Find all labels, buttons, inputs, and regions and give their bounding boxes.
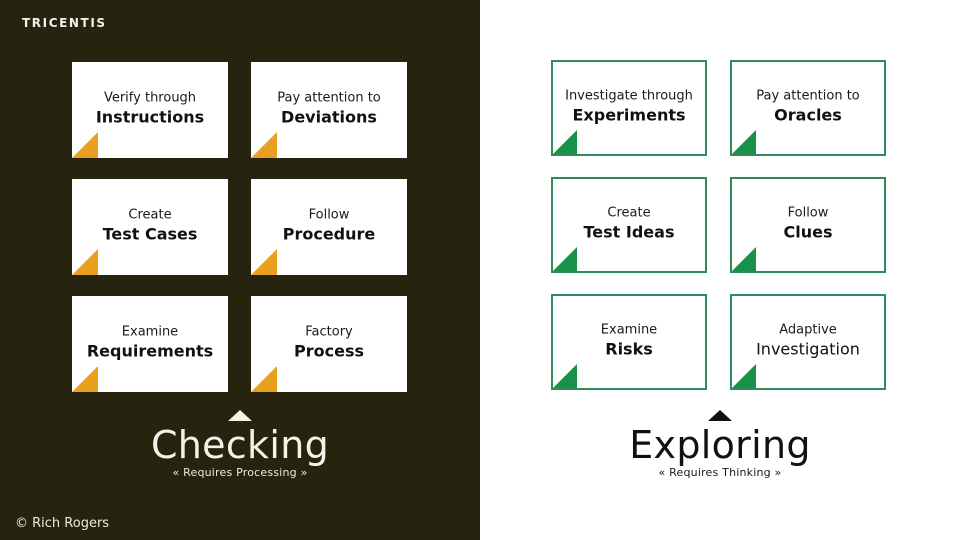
card-line-2: Clues (783, 222, 833, 242)
checking-card-2[interactable]: Pay attention to Deviations (251, 62, 407, 158)
card-text: Follow Clues (732, 204, 884, 242)
card-line-1: Investigate through (565, 88, 693, 104)
exploring-title: Exploring (629, 423, 811, 467)
card-line-2: Requirements (86, 341, 214, 361)
exploring-card-1[interactable]: Investigate through Experiments (551, 60, 707, 156)
card-text: Follow Procedure (251, 206, 407, 244)
card-text: Adaptive Investigation (732, 321, 884, 359)
card-text: Investigate through Experiments (553, 87, 705, 125)
card-line-1: Pay attention to (277, 90, 381, 106)
card-line-1: Follow (787, 205, 829, 221)
card-text: Examine Risks (553, 321, 705, 359)
card-line-1: Create (128, 207, 172, 223)
card-line-2: Deviations (281, 107, 377, 127)
checking-card-5[interactable]: Examine Requirements (72, 296, 228, 392)
card-text: Pay attention to Oracles (732, 87, 884, 125)
card-line-2: Risks (605, 339, 653, 359)
copyright-text: © Rich Rogers (15, 516, 110, 531)
card-line-1: Follow (308, 207, 350, 223)
card-text: Create Test Ideas (553, 204, 705, 242)
corner-triangle-icon (251, 366, 277, 392)
corner-triangle-icon (251, 249, 277, 275)
card-line-2: Oracles (774, 105, 842, 125)
triangle-up-icon (708, 410, 732, 421)
checking-card-6[interactable]: Factory Process (251, 296, 407, 392)
exploring-card-4[interactable]: Follow Clues (730, 177, 886, 273)
exploring-subtitle: « Requires Thinking » (658, 466, 782, 479)
card-line-1: Create (607, 205, 651, 221)
card-line-1: Examine (600, 322, 658, 338)
card-text: Verify through Instructions (72, 89, 228, 127)
exploring-card-2[interactable]: Pay attention to Oracles (730, 60, 886, 156)
exploring-card-6[interactable]: Adaptive Investigation (730, 294, 886, 390)
corner-triangle-icon (553, 130, 577, 154)
card-line-2: Test Cases (102, 224, 198, 244)
card-line-1: Pay attention to (756, 88, 860, 104)
corner-triangle-icon (72, 249, 98, 275)
corner-triangle-icon (72, 366, 98, 392)
card-line-2: Test Ideas (583, 222, 675, 242)
exploring-card-5[interactable]: Examine Risks (551, 294, 707, 390)
corner-triangle-icon (732, 364, 756, 388)
card-line-1: Factory (305, 324, 353, 340)
slide-canvas: TRICENTIS Verify through Instructions Pa… (0, 0, 960, 540)
checking-footer: Checking « Requires Processing » (90, 410, 390, 480)
corner-triangle-icon (732, 130, 756, 154)
card-line-1: Verify through (103, 90, 197, 106)
checking-card-1[interactable]: Verify through Instructions (72, 62, 228, 158)
card-line-2: Investigation (756, 339, 860, 359)
checking-subtitle: « Requires Processing » (172, 466, 308, 479)
checking-card-4[interactable]: Follow Procedure (251, 179, 407, 275)
card-line-2: Process (294, 341, 364, 361)
card-line-2: Experiments (572, 105, 686, 125)
card-line-2: Procedure (282, 224, 376, 244)
card-text: Create Test Cases (72, 206, 228, 244)
triangle-up-icon (228, 410, 252, 421)
corner-triangle-icon (72, 132, 98, 158)
exploring-card-3[interactable]: Create Test Ideas (551, 177, 707, 273)
exploring-footer: Exploring « Requires Thinking » (570, 410, 870, 480)
corner-triangle-icon (553, 247, 577, 271)
card-text: Pay attention to Deviations (251, 89, 407, 127)
card-text: Factory Process (251, 323, 407, 361)
checking-title: Checking (150, 423, 330, 467)
corner-triangle-icon (732, 247, 756, 271)
card-line-1: Adaptive (779, 322, 837, 338)
checking-card-3[interactable]: Create Test Cases (72, 179, 228, 275)
card-text: Examine Requirements (72, 323, 228, 361)
corner-triangle-icon (251, 132, 277, 158)
tricentis-logo: TRICENTIS (22, 16, 107, 30)
corner-triangle-icon (553, 364, 577, 388)
card-line-1: Examine (121, 324, 179, 340)
card-line-2: Instructions (95, 107, 205, 127)
